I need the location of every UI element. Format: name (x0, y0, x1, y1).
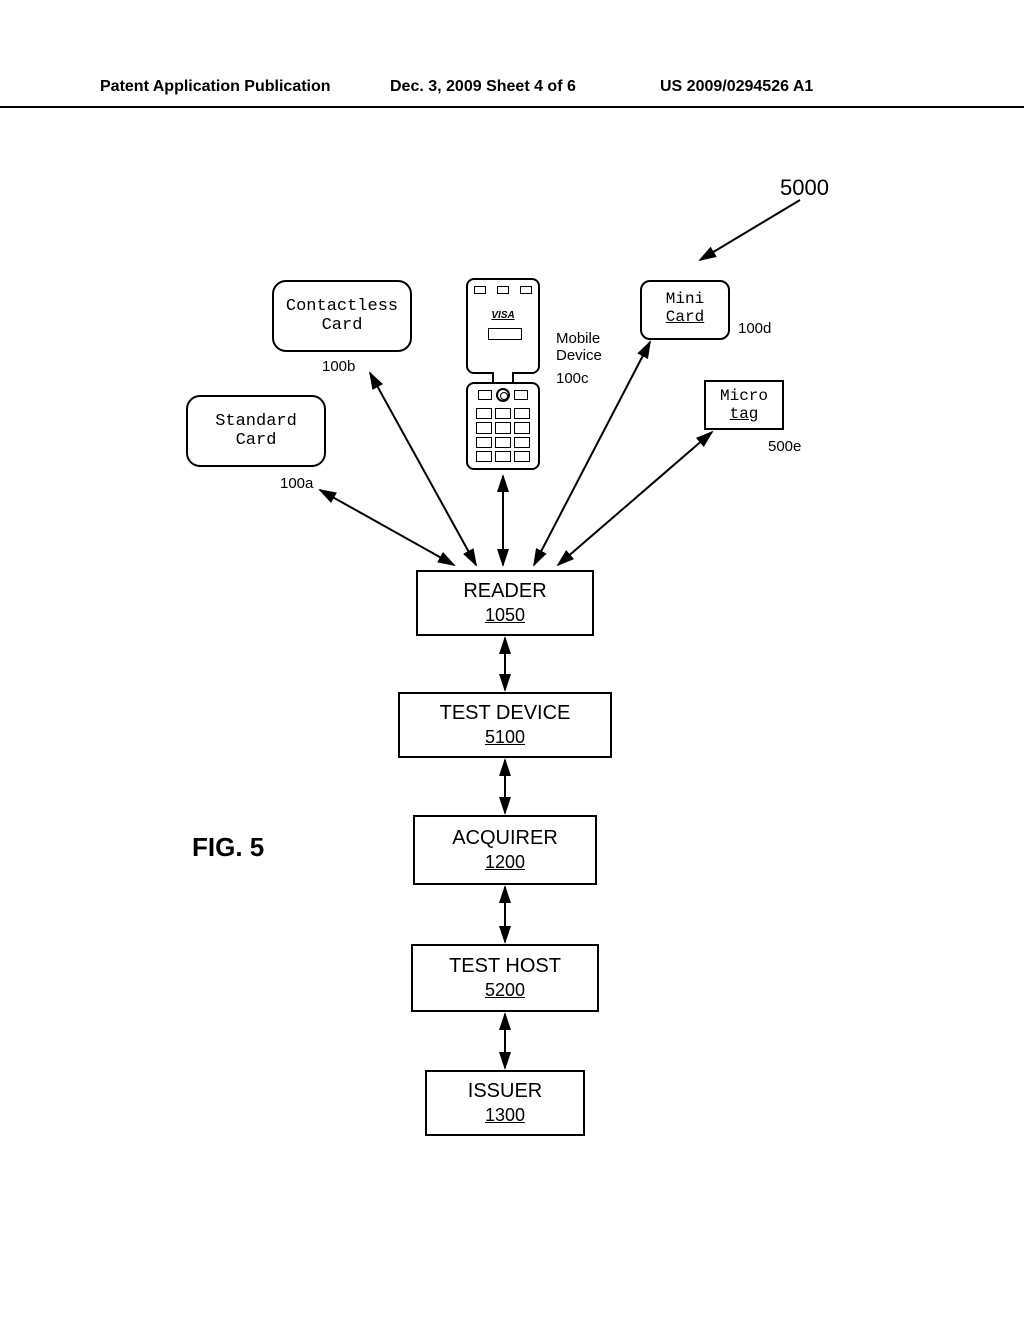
reader-ref: 1050 (485, 605, 525, 626)
test-host-title: TEST HOST (449, 955, 561, 978)
phone-chip-icon (488, 328, 522, 340)
standard-card-ref: 100a (280, 475, 313, 492)
contactless-card-ref: 100b (322, 358, 355, 375)
test-host-ref: 5200 (485, 980, 525, 1001)
mini-card-line2: Card (652, 308, 718, 326)
micro-tag: Micro tag (704, 380, 784, 430)
reader-block: READER 1050 (416, 570, 594, 636)
mini-card-line1: Mini (652, 290, 718, 308)
contactless-card-label: Contactless Card (286, 297, 398, 335)
acquirer-block: ACQUIRER 1200 (413, 815, 597, 885)
mini-card: Mini Card (640, 280, 730, 340)
contactless-card: Contactless Card (272, 280, 412, 352)
mini-card-ref: 100d (738, 320, 771, 337)
mini-card-text: Mini Card (652, 290, 718, 326)
visa-logo: VISA (468, 310, 538, 321)
phone-keys (476, 408, 530, 462)
header-left: Patent Application Publication (100, 78, 331, 96)
figure-ref-5000: 5000 (780, 175, 829, 201)
mobile-device-ref: 100c (556, 370, 589, 387)
issuer-block: ISSUER 1300 (425, 1070, 585, 1136)
phone-screen: VISA (466, 278, 540, 374)
issuer-title: ISSUER (468, 1080, 542, 1103)
phone-keypad (466, 382, 540, 470)
test-device-block: TEST DEVICE 5100 (398, 692, 612, 758)
standard-card-label: Standard Card (215, 412, 297, 450)
acquirer-title: ACQUIRER (452, 827, 558, 850)
header-mid: Dec. 3, 2009 Sheet 4 of 6 (390, 78, 576, 96)
reader-title: READER (463, 580, 546, 603)
micro-tag-line2: tag (730, 405, 759, 423)
issuer-ref: 1300 (485, 1105, 525, 1126)
acquirer-ref: 1200 (485, 852, 525, 873)
standard-card: Standard Card (186, 395, 326, 467)
micro-tag-line1: Micro (720, 387, 768, 405)
phone-nav-row (468, 390, 538, 402)
mobile-device-label: Mobile Device (556, 330, 602, 364)
test-device-ref: 5100 (485, 727, 525, 748)
phone-status-bar (474, 286, 532, 296)
header-right: US 2009/0294526 A1 (660, 78, 813, 96)
figure-label: FIG. 5 (192, 832, 264, 863)
test-host-block: TEST HOST 5200 (411, 944, 599, 1012)
micro-tag-ref: 500e (768, 438, 801, 455)
patent-figure-page: Patent Application Publication Dec. 3, 2… (0, 0, 1024, 1320)
mobile-device: VISA (462, 278, 544, 468)
page-header: Patent Application Publication Dec. 3, 2… (0, 78, 1024, 108)
test-device-title: TEST DEVICE (440, 702, 571, 725)
